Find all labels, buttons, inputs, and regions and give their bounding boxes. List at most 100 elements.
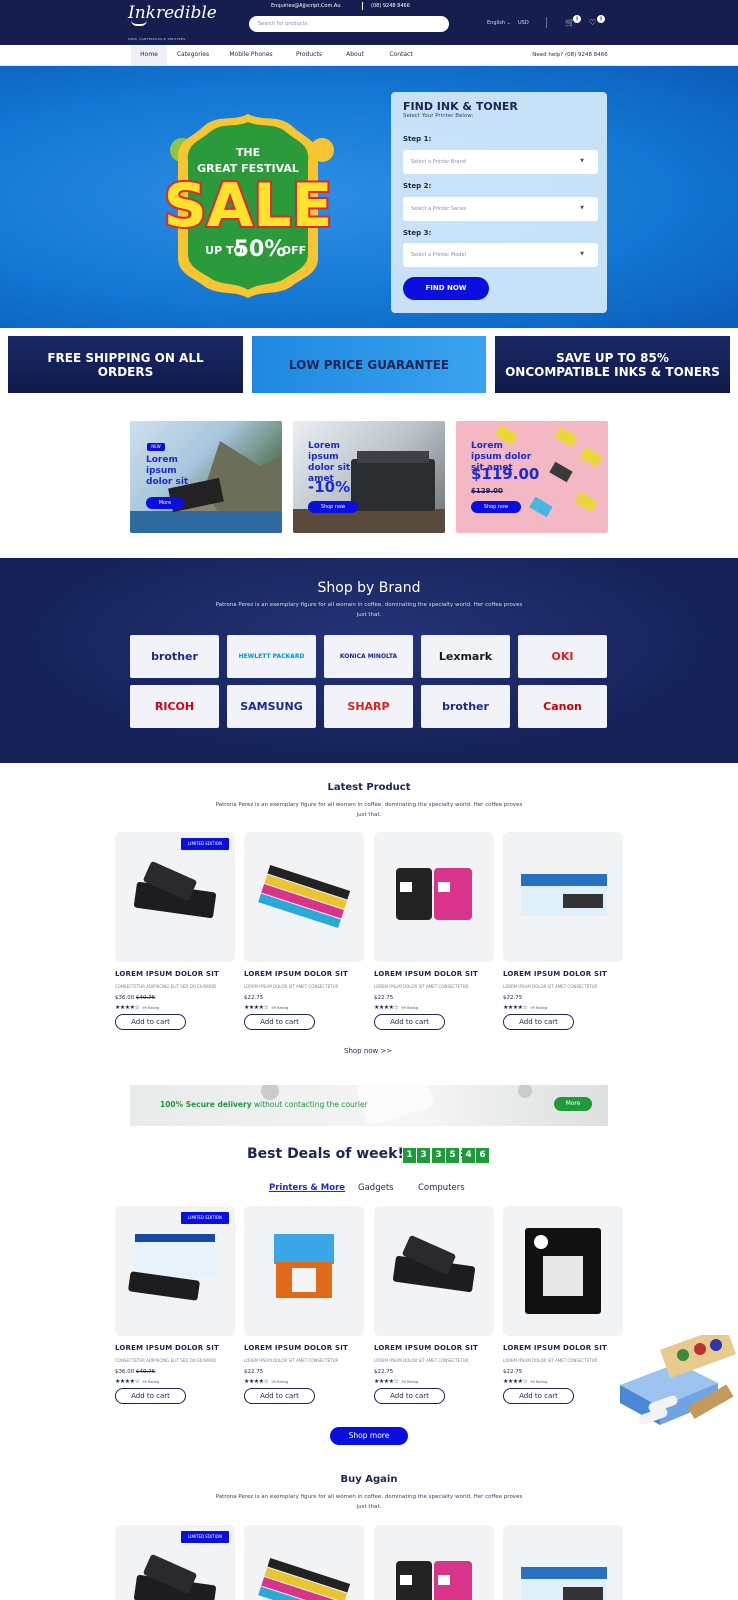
banner-price[interactable]: Lorem ipsum dolor sit amet $119.00 $129.… [456, 421, 608, 533]
printer-model-select[interactable]: Select a Printer Model ▼ [403, 243, 598, 267]
nav-categories[interactable]: Categories [172, 45, 214, 65]
product-image-box[interactable]: LIMITED EDITION [115, 1206, 235, 1336]
brand-tile[interactable]: SAMSUNG [227, 685, 316, 728]
secure-more-button[interactable]: More [554, 1097, 592, 1111]
product-image-box[interactable] [244, 832, 364, 962]
product-name[interactable]: LOREM IPSUM DOLOR SIT [374, 1344, 494, 1352]
brand-tile[interactable]: OKI [518, 635, 607, 678]
language-select[interactable]: English ⌄ [487, 20, 511, 26]
add-to-cart-button[interactable]: Add to cart [115, 1014, 186, 1030]
add-to-cart-button[interactable]: Add to cart [503, 1388, 574, 1404]
add-to-cart-button[interactable]: Add to cart [374, 1014, 445, 1030]
product-name[interactable]: LOREM IPSUM DOLOR SIT [374, 970, 494, 978]
nav-products[interactable]: Products [290, 45, 328, 65]
product-image-box[interactable] [503, 832, 623, 962]
add-to-cart-button[interactable]: Add to cart [374, 1388, 445, 1404]
brand-tile[interactable]: RICOH [130, 685, 219, 728]
add-to-cart-button[interactable]: Add to cart [244, 1388, 315, 1404]
cart-icon[interactable]: 🛒 0 [565, 15, 581, 30]
add-to-cart-button[interactable]: Add to cart [115, 1388, 186, 1404]
brand-tile[interactable]: brother [421, 685, 510, 728]
nav-home[interactable]: Home [131, 45, 167, 65]
header-phone[interactable]: (08) 9248 8466 [371, 3, 410, 9]
product-name[interactable]: LOREM IPSUM DOLOR SIT [503, 1344, 623, 1352]
product-image-box[interactable] [374, 832, 494, 962]
banner-new[interactable]: NEW Lorem ipsum dolor sit More [130, 421, 282, 533]
product-card[interactable] [374, 1525, 494, 1600]
product-image-box[interactable]: LIMITED EDITION [115, 832, 235, 962]
wishlist-icon[interactable]: ♡ 0 [589, 15, 605, 30]
chevron-down-icon: ▼ [580, 251, 584, 257]
product-image-box[interactable] [244, 1525, 364, 1600]
product-subtitle: CONSECTETUR ADIPISCING ELIT SED DO EIUSM… [115, 1358, 217, 1363]
product-card[interactable] [244, 1525, 364, 1600]
shop-now-button[interactable]: Shop now [308, 501, 358, 513]
shop-now-link[interactable]: Shop now >> [344, 1047, 392, 1055]
product-image [274, 1234, 334, 1298]
logo[interactable]: Inkredible INKS, CARTRIDGES & PRINTERS [128, 4, 217, 48]
tab-printers[interactable]: Printers & More [269, 1183, 345, 1193]
product-card[interactable]: LIMITED EDITION LOREM IPSUM DOLOR SIT CONS… [115, 1206, 235, 1404]
brand-tile[interactable]: Canon [518, 685, 607, 728]
product-card[interactable]: LOREM IPSUM DOLOR SIT LOREM IPSUM DOLOR S… [244, 1206, 364, 1404]
product-image-box[interactable] [244, 1206, 364, 1336]
nav-mobile-phones[interactable]: Mobile Phones [222, 45, 280, 65]
office-supplies-illustration [620, 1335, 737, 1425]
add-to-cart-button[interactable]: Add to cart [244, 1014, 315, 1030]
brand-tile[interactable]: KONICA MINOLTA [324, 635, 413, 678]
brand-tile[interactable]: SHARP [324, 685, 413, 728]
shop-more-button[interactable]: Shop more [330, 1427, 408, 1445]
hero-banner [0, 66, 738, 328]
printer-series-select[interactable]: Select a Printer Series ▼ [403, 197, 598, 221]
find-now-button[interactable]: FIND NOW [403, 277, 489, 300]
promo-free-shipping[interactable]: FREE SHIPPING ON ALL ORDERS [8, 336, 243, 393]
nav-contact[interactable]: Contact [384, 45, 418, 65]
rating-stars: ★★★★☆ 99 Rating [244, 1004, 289, 1011]
brand-name: OKI [551, 650, 574, 663]
banner-discount[interactable]: Lorem ipsum dolor sit amet -10% Shop now [293, 421, 445, 533]
product-card[interactable] [503, 1525, 623, 1600]
product-name[interactable]: LOREM IPSUM DOLOR SIT [503, 970, 623, 978]
search-input[interactable]: Search for products [249, 16, 449, 32]
promo-low-price[interactable]: LOW PRICE GUARANTEE [252, 336, 486, 393]
product-card[interactable]: LIMITED EDITION [115, 1525, 235, 1600]
banner-old-price: $129.00 [471, 487, 503, 495]
brand-name: SAMSUNG [240, 700, 303, 713]
tab-gadgets[interactable]: Gadgets [358, 1183, 394, 1193]
timer-digit: 4 [462, 1148, 475, 1163]
rating-stars: ★★★★☆ 99 Rating [374, 1378, 419, 1385]
shop-now-button[interactable]: Shop now [471, 501, 521, 513]
promo-save[interactable]: SAVE UP TO 85% ONCOMPATIBLE INKS & TONER… [495, 336, 730, 393]
product-image-box[interactable] [374, 1206, 494, 1336]
nav-about[interactable]: About [340, 45, 370, 65]
product-card[interactable]: LIMITED EDITION LOREM IPSUM DOLOR SIT CONS… [115, 832, 235, 1030]
product-card[interactable]: LOREM IPSUM DOLOR SIT LOREM IPSUM DOLOR S… [374, 832, 494, 1030]
product-name[interactable]: LOREM IPSUM DOLOR SIT [244, 970, 364, 978]
buy-again-desc: Patrona Perez is an exemplary figure for… [215, 1494, 523, 1510]
product-card[interactable]: LOREM IPSUM DOLOR SIT LOREM IPSUM DOLOR S… [503, 832, 623, 1030]
product-name[interactable]: LOREM IPSUM DOLOR SIT [115, 1344, 235, 1352]
tab-computers[interactable]: Computers [418, 1183, 465, 1193]
header-email[interactable]: Enquiries@Ajjscript.Com.Au [271, 3, 341, 9]
product-image-box[interactable] [503, 1206, 623, 1336]
brand-tile[interactable]: HEWLETT PACKARD [227, 635, 316, 678]
more-button[interactable]: More [146, 497, 184, 509]
add-to-cart-button[interactable]: Add to cart [503, 1014, 574, 1030]
product-card[interactable]: LOREM IPSUM DOLOR SIT LOREM IPSUM DOLOR S… [503, 1206, 623, 1404]
currency-select[interactable]: USD [518, 20, 529, 26]
chevron-down-icon: ▼ [580, 205, 584, 211]
product-card[interactable]: LOREM IPSUM DOLOR SIT LOREM IPSUM DOLOR S… [374, 1206, 494, 1404]
product-image-box[interactable] [503, 1525, 623, 1600]
printer-brand-select[interactable]: Select a Printer Brand ▼ [403, 150, 598, 174]
brand-tile[interactable]: Lexmark [421, 635, 510, 678]
product-card[interactable]: LOREM IPSUM DOLOR SIT LOREM IPSUM DOLOR S… [244, 832, 364, 1030]
product-image-box[interactable]: LIMITED EDITION [115, 1525, 235, 1600]
product-image-box[interactable] [374, 1525, 494, 1600]
product-subtitle: LOREM IPSUM DOLOR SIT AMET CONSECTETUR [503, 984, 598, 989]
sale-line1: THE [236, 146, 260, 159]
brand-tile[interactable]: brother [130, 635, 219, 678]
timer-digit: 1 [403, 1148, 416, 1163]
product-name[interactable]: LOREM IPSUM DOLOR SIT [244, 1344, 364, 1352]
product-name[interactable]: LOREM IPSUM DOLOR SIT [115, 970, 235, 978]
brand-name: SHARP [347, 700, 390, 713]
